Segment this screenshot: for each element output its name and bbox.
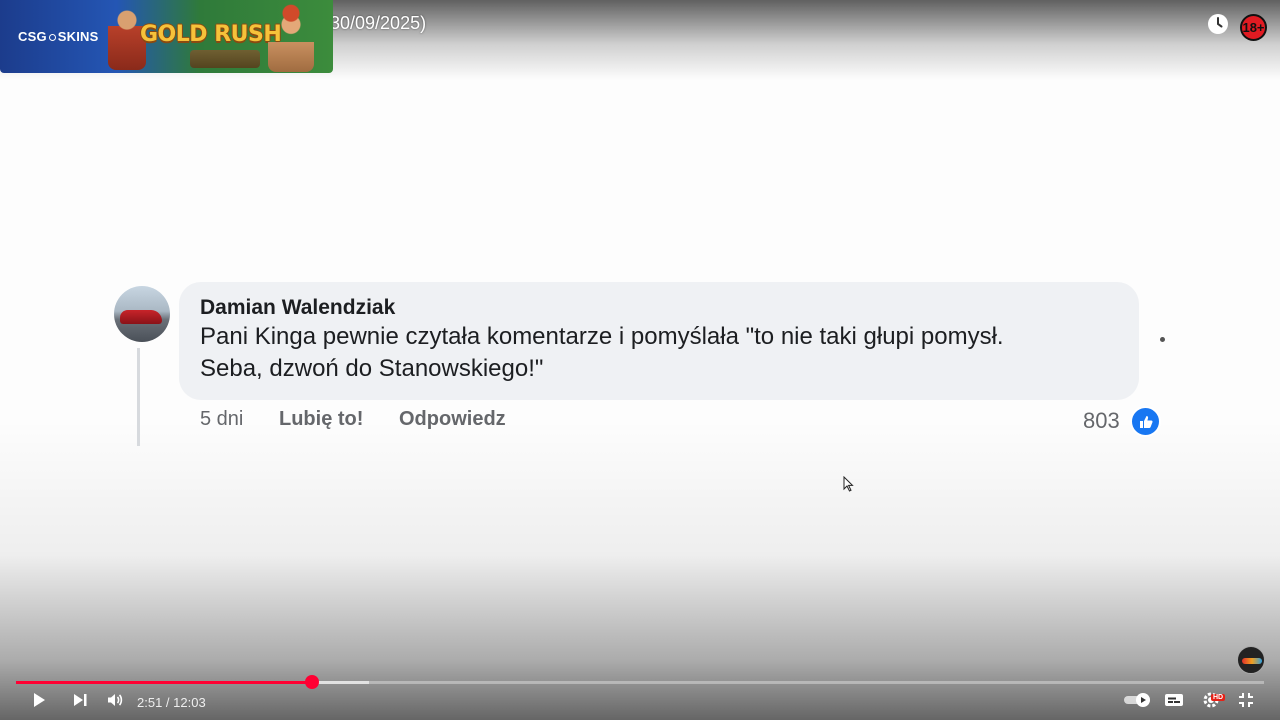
avatar-car-image	[120, 310, 162, 324]
next-icon	[72, 692, 88, 713]
logo-dot-icon	[48, 34, 56, 42]
subtitles-icon	[1164, 692, 1184, 713]
volume-button[interactable]	[102, 690, 128, 714]
channel-watermark[interactable]	[1237, 646, 1265, 674]
reply-button[interactable]: Odpowiedz	[399, 408, 506, 431]
mouse-cursor-icon	[843, 475, 855, 492]
video-title[interactable]: 30/09/2025)	[330, 13, 426, 34]
comment-text: Pani Kinga pewnie czytała komentarze i p…	[200, 321, 1130, 385]
hd-badge: HD	[1211, 694, 1226, 701]
comment-text-line-2: Seba, dzwoń do Stanowskiego!"	[200, 355, 544, 382]
play-button[interactable]	[26, 690, 52, 714]
autoplay-toggle-icon	[1123, 692, 1153, 713]
time-display: 2:51 / 12:03	[137, 695, 206, 710]
exit-fullscreen-icon	[1238, 692, 1254, 713]
mine-cart-image	[190, 50, 260, 68]
like-button[interactable]: Lubię to!	[279, 408, 363, 431]
prospector-character-image	[268, 2, 314, 72]
play-icon	[30, 691, 48, 714]
sponsor-logo: CSG SKINS	[18, 29, 99, 44]
thread-line	[137, 348, 140, 446]
age-rating-badge: 18+	[1240, 14, 1267, 41]
more-options-icon[interactable]	[1160, 337, 1165, 342]
exit-fullscreen-button[interactable]	[1233, 690, 1259, 714]
comment-author[interactable]: Damian Walendziak	[200, 296, 395, 320]
sponsor-banner[interactable]: CSG SKINS GOLD RUSH	[0, 0, 333, 73]
progress-played	[16, 681, 312, 684]
avatar[interactable]	[114, 286, 170, 342]
progress-scrubber[interactable]	[305, 675, 319, 689]
next-button[interactable]	[67, 690, 93, 714]
game-title: GOLD RUSH	[140, 22, 282, 47]
comment-text-line-1: Pani Kinga pewnie czytała komentarze i p…	[200, 323, 1004, 350]
volume-icon	[106, 691, 124, 714]
like-count: 803	[1083, 408, 1120, 433]
comment-time[interactable]: 5 dni	[200, 408, 243, 431]
sponsor-logo-brand: CSG	[18, 29, 47, 44]
thumbs-up-icon	[1130, 406, 1161, 437]
bottom-gradient	[0, 420, 1280, 720]
sponsor-logo-suffix: SKINS	[57, 29, 99, 44]
autoplay-toggle[interactable]	[1122, 690, 1154, 714]
clock-icon[interactable]	[1207, 13, 1229, 35]
subtitles-button[interactable]	[1161, 690, 1187, 714]
